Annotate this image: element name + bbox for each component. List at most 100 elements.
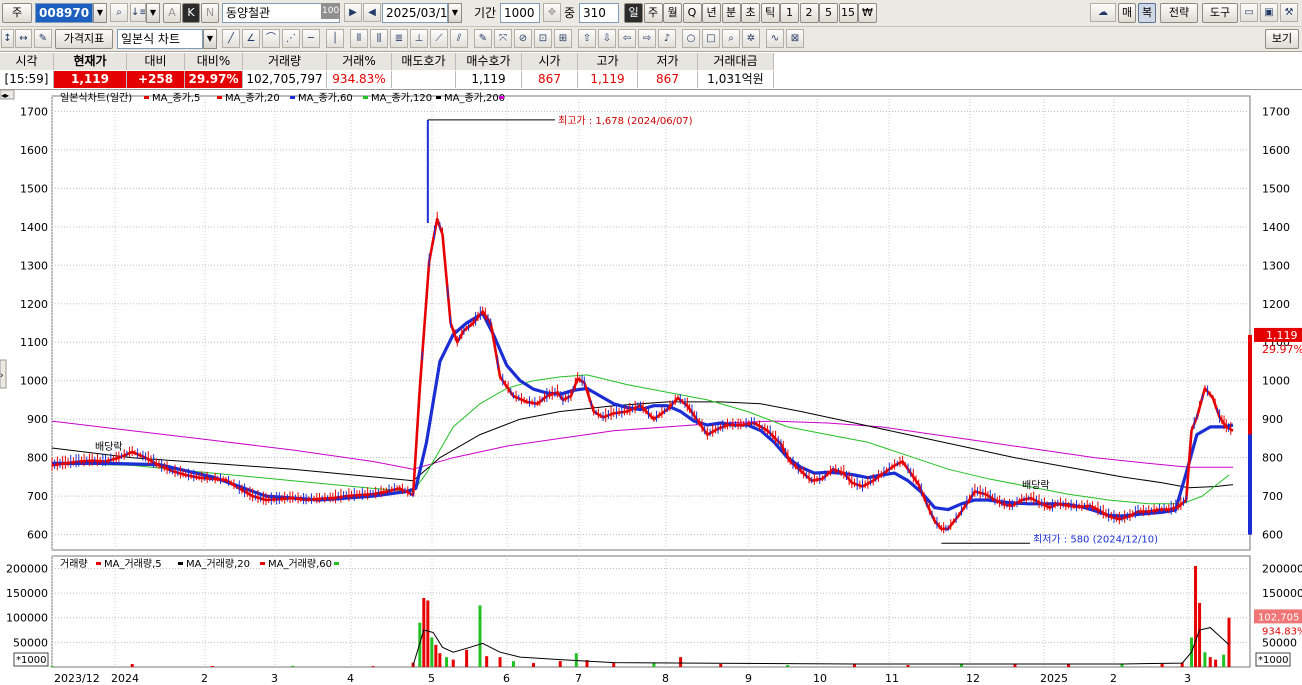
timeframe-8[interactable]: 1: [780, 3, 799, 23]
date-field[interactable]: 2025/03/18: [382, 3, 448, 23]
draw-grid-icon[interactable]: ⫼: [370, 29, 388, 48]
draw-table-icon[interactable]: ⊞: [554, 29, 572, 48]
n-button[interactable]: N: [201, 3, 219, 23]
draw-line-icon[interactable]: ╱: [222, 29, 240, 48]
current-price-tag: 1,119: [1266, 329, 1298, 342]
a-button[interactable]: A: [163, 3, 181, 23]
volume-bar-25: [679, 657, 683, 667]
quote-value-11: 1,031억원: [698, 71, 774, 88]
draw-channel-icon[interactable]: ⫽: [450, 29, 468, 48]
k-button[interactable]: K: [182, 3, 200, 23]
draw-star-icon[interactable]: ✲: [742, 29, 760, 48]
volume-bar-20: [558, 661, 562, 667]
xtick-4: 4: [347, 672, 354, 685]
tools-button[interactable]: 도구: [1202, 3, 1238, 23]
market-select[interactable]: 주: [2, 3, 32, 23]
price-legend-swatch-3: [363, 96, 368, 99]
stock-code-dropdown[interactable]: ▼: [93, 3, 107, 23]
price-ytick-right-10: 1600: [1262, 144, 1290, 157]
xtick-8: 8: [662, 672, 669, 685]
draw-vline-icon[interactable]: │: [326, 29, 344, 48]
draw-fan-icon[interactable]: ⋰: [282, 29, 300, 48]
price-ytick-left-8: 1400: [20, 221, 48, 234]
draw-bars-icon[interactable]: ⫴: [350, 29, 368, 48]
timeframe-10[interactable]: 5: [819, 3, 838, 23]
multi-button[interactable]: 복: [1138, 3, 1156, 23]
volume-bar-39: [1203, 652, 1207, 667]
buy-button[interactable]: 매: [1118, 3, 1136, 23]
unit-label-right: *1000: [1258, 655, 1288, 666]
price-ytick-right-4: 1000: [1262, 375, 1290, 388]
date-dropdown[interactable]: ▼: [448, 3, 462, 23]
timeframe-3[interactable]: Q: [682, 3, 702, 23]
draw-up-icon[interactable]: ⇧: [578, 29, 596, 48]
period-input[interactable]: 1000: [500, 3, 540, 23]
vol-ytick-right-2: 150000: [1262, 587, 1302, 600]
timeframe-12[interactable]: ₩: [858, 3, 877, 23]
expand-icon[interactable]: ✥: [543, 3, 561, 22]
price-ytick-right-9: 1500: [1262, 182, 1290, 195]
draw-trend-icon[interactable]: ⟋: [430, 29, 448, 48]
search-icon[interactable]: ⌕: [110, 3, 128, 22]
scroll-arrows-icon: ◂▸: [1, 91, 9, 100]
main-toolbar: 주 008970 ▼ ⌕ ↓≡ ▼ A K N 동양철관 100 ▶ ◀ 202…: [0, 0, 1302, 27]
chart-type-dropdown[interactable]: ▼: [203, 29, 217, 49]
timeframe-0[interactable]: 일: [624, 3, 643, 23]
high-annotation: 최고가 : 1,678 (2024/06/07): [558, 115, 693, 127]
xtick-1: 2024: [111, 672, 139, 685]
draw-clear-icon[interactable]: ⊠: [786, 29, 804, 48]
draw-right-icon[interactable]: ⇨: [638, 29, 656, 48]
timeframe-5[interactable]: 분: [721, 3, 741, 23]
price-indicator-button[interactable]: 가격지표: [55, 29, 113, 49]
cloud-icon[interactable]: ☁: [1090, 3, 1116, 22]
draw-wave-icon[interactable]: ∿: [766, 29, 784, 48]
volume-bar-41: [1214, 659, 1218, 667]
volume-bar-19: [531, 663, 535, 667]
price-legend-item-1: MA_종가,20: [225, 92, 280, 104]
sort-dropdown[interactable]: ▼: [146, 3, 160, 23]
timeframe-7[interactable]: 틱: [760, 3, 780, 23]
draw-zoom-icon[interactable]: ⌕: [722, 29, 740, 48]
draw-eraser-icon[interactable]: ⊘: [514, 29, 532, 48]
wrench-icon[interactable]: ⚒: [1280, 3, 1298, 22]
timeframe-9[interactable]: 2: [799, 3, 819, 23]
draw-angle-icon[interactable]: ∠: [242, 29, 260, 48]
timeframe-2[interactable]: 월: [663, 3, 682, 23]
draw-pencil-icon[interactable]: ✎: [474, 29, 492, 48]
draw-rect-icon[interactable]: □: [702, 29, 720, 48]
folder-icon[interactable]: ▭: [1240, 3, 1258, 22]
volume-bar-31: [1013, 664, 1017, 667]
arrow-updown-icon[interactable]: ↕: [1, 29, 14, 48]
price-chart[interactable]: ◂▸ 600 600 700 700 800 800 900 900 1000 1000 1100 11…: [0, 90, 1302, 685]
timeframe-4[interactable]: 년: [702, 3, 721, 23]
draw-arc-icon[interactable]: ⌒: [262, 29, 280, 48]
draw-cross-icon[interactable]: ⤧: [494, 29, 512, 48]
quote-value-10: 867: [638, 71, 698, 88]
volume-bar-37: [1194, 566, 1198, 667]
quote-value-5: 934.83%: [327, 71, 392, 88]
draw-circle-icon[interactable]: ○: [682, 29, 700, 48]
draw-left-icon[interactable]: ⇦: [618, 29, 636, 48]
timeframe-1[interactable]: 주: [643, 3, 663, 23]
timeframe-11[interactable]: 15: [838, 3, 858, 23]
count-input[interactable]: 310: [579, 3, 619, 23]
quote-bar: 시각 [15:59] 현재가 1,119 대비 +258 대비% 29.97% 거래량 102,7…: [0, 52, 1302, 90]
sort-icon[interactable]: ↓≡: [130, 3, 146, 22]
draw-note-icon[interactable]: ♪: [658, 29, 676, 48]
play-back-icon[interactable]: ◀: [363, 3, 381, 22]
timeframe-6[interactable]: 초: [741, 3, 760, 23]
view-button[interactable]: 보기: [1265, 29, 1299, 49]
strategy-button[interactable]: 전략: [1160, 3, 1198, 23]
play-icon[interactable]: ▶: [344, 3, 362, 22]
draw-lines-icon[interactable]: ≣: [390, 29, 408, 48]
draw-hline-icon[interactable]: ─: [302, 29, 320, 48]
chart-type-select[interactable]: 일본식 차트: [117, 29, 203, 49]
stock-code-input[interactable]: 008970: [35, 3, 93, 23]
arrow-leftright-icon[interactable]: ↔: [15, 29, 32, 48]
draw-fork-icon[interactable]: ⊥: [410, 29, 428, 48]
edit-icon[interactable]: ✎: [34, 29, 52, 48]
draw-down-icon[interactable]: ⇩: [598, 29, 616, 48]
price-ytick-left-4: 1000: [20, 375, 48, 388]
save-icon[interactable]: ▣: [1260, 3, 1278, 22]
draw-frame-icon[interactable]: ⊡: [534, 29, 552, 48]
